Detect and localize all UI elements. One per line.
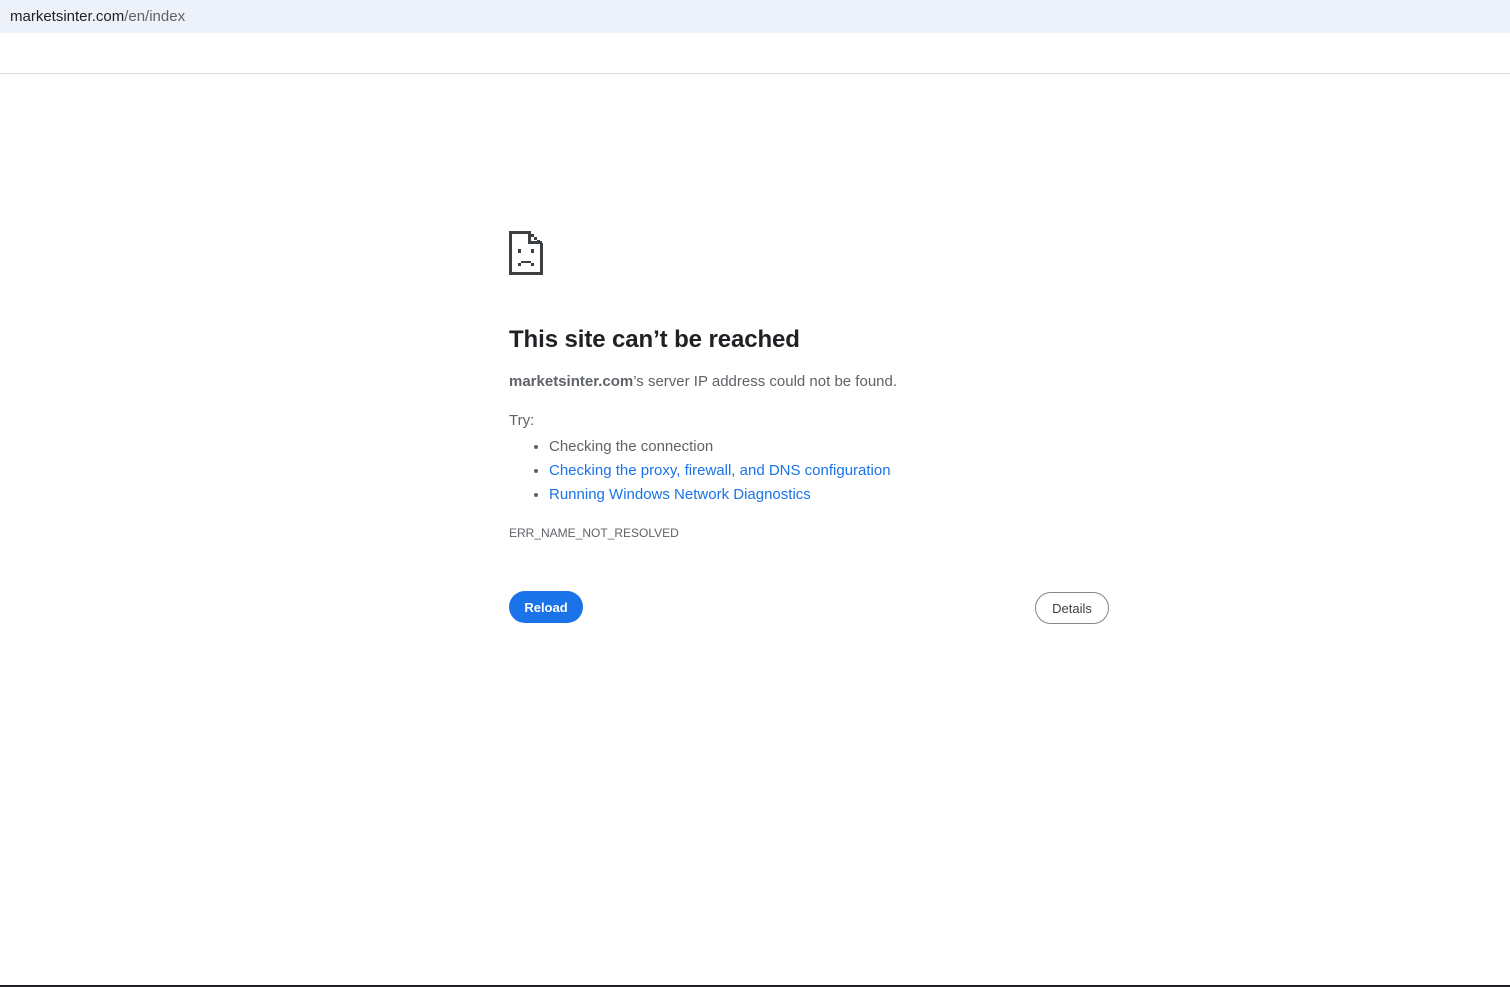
error-message: marketsinter.com’s server IP address cou… [509,372,1109,392]
toolbar-divider [0,73,1510,74]
address-bar[interactable]: marketsinter.com/en/index [0,0,1510,33]
suggestion-item: Checking the proxy, firewall, and DNS co… [549,459,1109,483]
browser-page: marketsinter.com/en/index This site can’… [0,0,1510,987]
url-host: marketsinter.com [10,8,125,25]
error-code: ERR_NAME_NOT_RESOLVED [509,526,679,540]
error-message-host: marketsinter.com [509,373,634,390]
error-content: This site can’t be reached marketsinter.… [509,231,1109,541]
button-row: Reload Details [509,591,1109,625]
suggestion-network-diagnostics-link[interactable]: Running Windows Network Diagnostics [549,486,811,503]
error-message-text: ’s server IP address could not be found. [633,373,898,390]
suggestions-list: Checking the connection Checking the pro… [509,435,1109,507]
sad-page-icon [509,231,543,275]
try-label: Try: [509,412,535,429]
suggestion-proxy-firewall-dns-link[interactable]: Checking the proxy, firewall, and DNS co… [549,462,891,479]
suggestion-item: Checking the connection [549,435,1109,459]
reload-button[interactable]: Reload [509,591,583,623]
suggestion-item: Running Windows Network Diagnostics [549,483,1109,507]
details-button[interactable]: Details [1035,592,1109,624]
error-title: This site can’t be reached [509,326,800,353]
suggestion-check-connection: Checking the connection [549,438,714,455]
url-path: /en/index [124,8,186,25]
